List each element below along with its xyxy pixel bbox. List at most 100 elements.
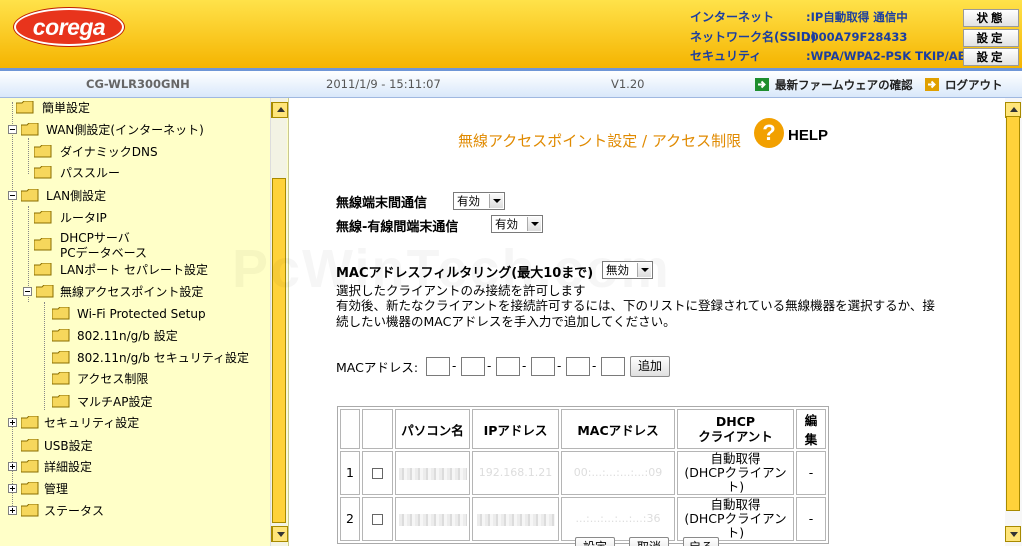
folder-icon	[34, 238, 52, 251]
scroll-thumb[interactable]	[1006, 116, 1020, 511]
row-checkbox[interactable]	[372, 514, 383, 525]
folder-icon	[52, 329, 70, 342]
folder-icon	[16, 101, 34, 114]
redacted-text	[398, 467, 467, 480]
folder-open-icon	[52, 372, 70, 385]
folder-open-icon	[36, 285, 54, 298]
folder-icon	[34, 211, 52, 224]
sidebar-item-label: 802.11n/g/b 設定	[77, 329, 178, 343]
table-header-row: パソコン名 IPアドレス MACアドレス DHCP クライアント 編集	[340, 409, 826, 449]
folder-icon	[21, 482, 39, 495]
collapse-icon[interactable]	[23, 287, 32, 296]
ip-cell	[472, 497, 559, 541]
row-select-cell	[362, 497, 393, 541]
mac-cell: 00:...:...:...:...:09	[561, 451, 675, 495]
mac-octet-4-input[interactable]	[531, 357, 555, 376]
mac-octet-5-input[interactable]	[566, 357, 590, 376]
mac-octet-2-input[interactable]	[461, 357, 485, 376]
help-icon[interactable]: ?	[754, 118, 784, 148]
select-value: 有効	[495, 217, 518, 231]
back-button[interactable]: 戻る	[683, 537, 719, 546]
tree-line	[28, 138, 29, 174]
collapse-icon[interactable]	[8, 125, 17, 134]
sidebar-item-label: マルチAP設定	[77, 395, 153, 409]
folder-icon	[52, 351, 70, 364]
expand-icon[interactable]	[8, 506, 17, 515]
security-settings-button[interactable]: 設定	[963, 48, 1019, 66]
folder-icon	[21, 460, 39, 473]
internet-status-button[interactable]: 状態	[963, 9, 1019, 27]
folder-icon	[21, 504, 39, 517]
row-number: 2	[340, 497, 360, 541]
row-checkbox[interactable]	[372, 468, 383, 479]
edit-cell: -	[796, 451, 826, 495]
main-left-scrollbar[interactable]	[272, 98, 288, 546]
dhcp-line: 自動取得	[710, 497, 761, 512]
sidebar-item-label: PCデータベース	[60, 246, 148, 260]
mac-separator: -	[557, 359, 562, 373]
dhcp-cell: 自動取得 (DHCPクライアント)	[677, 497, 794, 541]
folder-icon	[34, 263, 52, 276]
scroll-up-button[interactable]	[272, 102, 288, 118]
save-button[interactable]: 設定	[575, 537, 615, 546]
sidebar-item-label: パススルー	[60, 166, 121, 180]
mac-octet-1-input[interactable]	[426, 357, 450, 376]
main-scrollbar[interactable]	[1005, 98, 1022, 546]
sidebar-item-label: USB設定	[44, 439, 93, 453]
cancel-button[interactable]: 取消	[629, 537, 669, 546]
status-value: :IP自動取得 通信中	[806, 10, 908, 24]
help-link[interactable]: HELP	[788, 127, 828, 144]
status-label: ネットワーク名(SSID)	[690, 30, 817, 44]
redacted-text	[476, 513, 555, 526]
column-header	[362, 409, 393, 449]
header: corega インターネット :IP自動取得 通信中 ネットワーク名(SSID)…	[0, 0, 1022, 68]
sidebar-item-label: セキュリティ設定	[44, 416, 140, 430]
mac-filter-select[interactable]: 無効	[602, 261, 653, 279]
expand-icon[interactable]	[8, 484, 17, 493]
mac-separator: -	[592, 359, 597, 373]
mac-cell: ...:...:...:...:...:36	[561, 497, 675, 541]
description-line: 選択したクライアントのみ接続を許可します	[336, 283, 586, 298]
status-value: :WPA/WPA2-PSK TKIP/AES	[806, 49, 974, 63]
dhcp-cell: 自動取得 (DHCPクライアント)	[677, 451, 794, 495]
sidebar-item-label: 802.11n/g/b セキュリティ設定	[77, 351, 250, 365]
firmware-check-link[interactable]: 最新ファームウェアの確認	[775, 77, 913, 93]
tree-line	[44, 302, 45, 410]
model-name: CG-WLR300GNH	[86, 77, 190, 91]
scroll-down-button[interactable]	[272, 526, 288, 542]
add-mac-button[interactable]: 追加	[630, 356, 670, 377]
expand-icon[interactable]	[8, 462, 17, 471]
sidebar-item-label: 無線アクセスポイント設定	[60, 285, 204, 299]
sidebar-item-label: LANポート セパレート設定	[60, 263, 208, 277]
header-line: クライアント	[698, 429, 773, 444]
status-label: インターネット	[690, 10, 775, 24]
chevron-down-icon	[489, 194, 503, 208]
folder-icon	[52, 307, 70, 320]
sidebar-item-label: ダイナミックDNS	[60, 145, 158, 159]
column-header	[340, 409, 360, 449]
wired-wireless-select[interactable]: 有効	[491, 215, 543, 233]
expand-icon[interactable]	[8, 418, 17, 427]
description-line: 有効後、新たなクライアントを接続許可するには、下のリストに登録されている無線機器…	[336, 298, 935, 313]
folder-open-icon	[21, 123, 39, 136]
column-header-ip: IPアドレス	[472, 409, 559, 449]
chevron-down-icon	[527, 217, 541, 231]
sidebar-item-label: 管理	[44, 482, 69, 496]
logout-icon	[925, 78, 939, 91]
select-value: 無効	[606, 263, 629, 277]
client-table: パソコン名 IPアドレス MACアドレス DHCP クライアント 編集 1 19…	[337, 406, 829, 544]
table-row: 2 ...:...:...:...:...:36 自動取得 (DHCPクライアン…	[340, 497, 826, 541]
corega-logo[interactable]: corega	[14, 8, 124, 46]
folder-icon	[21, 416, 39, 429]
pc-name-cell	[395, 451, 470, 495]
collapse-icon[interactable]	[8, 191, 17, 200]
status-label: セキュリティ	[690, 49, 762, 63]
mac-octet-3-input[interactable]	[496, 357, 520, 376]
wireless-terminal-select[interactable]: 有効	[453, 192, 505, 210]
mac-octet-6-input[interactable]	[601, 357, 625, 376]
pc-name-cell	[395, 497, 470, 541]
logout-link[interactable]: ログアウト	[945, 77, 1003, 93]
ssid-settings-button[interactable]: 設定	[963, 29, 1019, 47]
scroll-down-button[interactable]	[1005, 526, 1021, 542]
arrow-right-icon	[755, 78, 769, 91]
